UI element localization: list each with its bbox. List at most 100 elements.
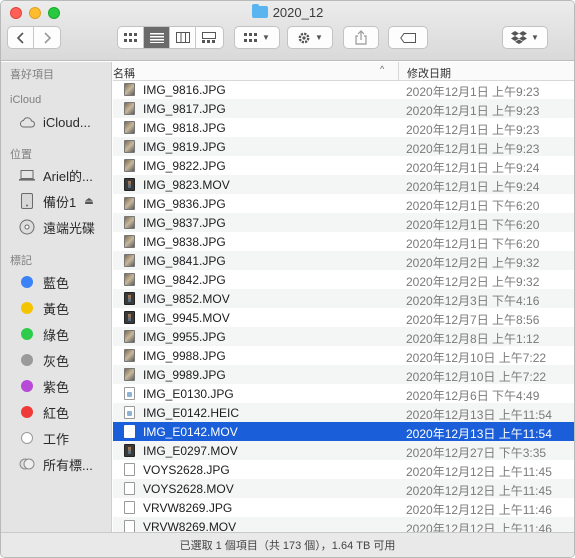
file-row[interactable]: IMG_9841.JPG 2020年12月2日 上午9:32 xyxy=(113,251,574,270)
file-row[interactable]: IMG_9852.MOV 2020年12月3日 下午4:16 xyxy=(113,289,574,308)
back-button[interactable] xyxy=(8,27,34,48)
action-menu-button[interactable]: ▼ xyxy=(287,26,333,49)
edit-tags-button[interactable] xyxy=(388,26,428,49)
sidebar-item-label: iCloud... xyxy=(43,114,91,130)
column-view-button[interactable] xyxy=(170,27,196,48)
dropbox-icon xyxy=(511,31,528,44)
file-row[interactable]: IMG_9822.JPG 2020年12月1日 上午9:24 xyxy=(113,156,574,175)
sidebar-item-computer[interactable]: Ariel的... xyxy=(19,165,111,185)
file-name: IMG_9842.JPG xyxy=(143,273,226,287)
file-date: 2020年12月1日 上午9:24 xyxy=(406,180,540,194)
image-file-icon xyxy=(124,121,135,134)
file-name: IMG_E0142.HEIC xyxy=(143,406,240,420)
file-date: 2020年12月13日 上午11:54 xyxy=(406,427,552,441)
columns-icon xyxy=(175,32,190,43)
image-file-icon xyxy=(124,83,135,96)
file-row[interactable]: IMG_E0130.JPG 2020年12月6日 下午4:49 xyxy=(113,384,574,403)
date-column-header[interactable]: 修改日期 xyxy=(407,65,451,81)
sidebar-tag-yellow[interactable]: 黃色 xyxy=(19,298,111,318)
file-date: 2020年12月3日 下午4:16 xyxy=(406,294,540,308)
list-header: 名稱 ^ 修改日期 xyxy=(113,62,574,81)
file-name: IMG_9838.JPG xyxy=(143,235,226,249)
image-file-icon xyxy=(124,216,135,229)
sidebar-tag-purple[interactable]: 紫色 xyxy=(19,376,111,396)
file-row[interactable]: VOYS2628.MOV 2020年12月12日 上午11:45 xyxy=(113,479,574,498)
file-row[interactable]: IMG_E0297.MOV 2020年12月27日 下午3:35 xyxy=(113,441,574,460)
green-tag-icon xyxy=(21,328,33,340)
title-bar: 2020_12 ▼ ▼ ▼ xyxy=(1,1,574,61)
file-row[interactable]: IMG_9823.MOV 2020年12月1日 上午9:24 xyxy=(113,175,574,194)
file-date: 2020年12月1日 上午9:23 xyxy=(406,142,540,156)
sidebar-tag-blue[interactable]: 藍色 xyxy=(19,272,111,292)
file-row[interactable]: IMG_9817.JPG 2020年12月1日 上午9:23 xyxy=(113,99,574,118)
file-date: 2020年12月1日 下午6:20 xyxy=(406,199,540,213)
file-row[interactable]: IMG_E0142.MOV 2020年12月13日 上午11:54 xyxy=(113,422,574,441)
file-date: 2020年12月1日 上午9:23 xyxy=(406,104,540,118)
sidebar-item-remote-disc[interactable]: 遠端光碟 xyxy=(19,217,111,237)
file-name: IMG_9822.JPG xyxy=(143,159,226,173)
movie-file-icon xyxy=(124,311,135,324)
file-row[interactable]: IMG_9816.JPG 2020年12月1日 上午9:23 xyxy=(113,80,574,99)
file-name: IMG_9988.JPG xyxy=(143,349,226,363)
file-row[interactable]: IMG_9818.JPG 2020年12月1日 上午9:23 xyxy=(113,118,574,137)
sidebar-item-label: 工作 xyxy=(43,431,70,447)
file-date: 2020年12月6日 下午4:49 xyxy=(406,389,540,403)
sidebar-tag-gray[interactable]: 灰色 xyxy=(19,350,111,370)
forward-button[interactable] xyxy=(34,27,60,48)
file-row[interactable]: IMG_E0142.HEIC 2020年12月13日 上午11:54 xyxy=(113,403,574,422)
file-name: IMG_E0130.JPG xyxy=(143,387,234,401)
image-file-icon xyxy=(124,349,135,362)
file-date: 2020年12月1日 上午9:23 xyxy=(406,85,540,99)
file-name: VRVW8269.MOV xyxy=(143,520,237,532)
file-name: IMG_9989.JPG xyxy=(143,368,226,382)
gallery-view-button[interactable] xyxy=(196,27,222,48)
list-view-button[interactable] xyxy=(144,27,170,48)
tag-icon xyxy=(399,32,416,43)
eject-icon[interactable]: ⏏ xyxy=(84,196,93,207)
chevron-down-icon: ▼ xyxy=(531,33,539,42)
name-column-header[interactable]: 名稱 xyxy=(113,65,135,81)
file-date: 2020年12月8日 上午1:12 xyxy=(406,332,540,346)
yellow-tag-icon xyxy=(21,302,33,314)
file-row[interactable]: IMG_9955.JPG 2020年12月8日 上午1:12 xyxy=(113,327,574,346)
image-file-icon xyxy=(124,140,135,153)
sidebar-item-label: Ariel的... xyxy=(43,168,93,184)
sidebar-item-backup-drive[interactable]: 備份1 ⏏ xyxy=(19,191,111,211)
icon-view-button[interactable] xyxy=(118,27,144,48)
file-name: IMG_E0142.MOV xyxy=(143,425,238,439)
sidebar-item-icloud-drive[interactable]: iCloud... xyxy=(19,112,111,132)
blue-tag-icon xyxy=(21,276,33,288)
file-row[interactable]: VOYS2628.JPG 2020年12月12日 上午11:45 xyxy=(113,460,574,479)
file-row[interactable]: IMG_9988.JPG 2020年12月10日 上午7:22 xyxy=(113,346,574,365)
file-name: IMG_E0297.MOV xyxy=(143,444,238,458)
group-by-button[interactable]: ▼ xyxy=(234,26,280,49)
file-date: 2020年12月2日 上午9:32 xyxy=(406,256,540,270)
file-row[interactable]: IMG_9819.JPG 2020年12月1日 上午9:23 xyxy=(113,137,574,156)
file-date: 2020年12月1日 上午9:24 xyxy=(406,161,540,175)
share-button[interactable] xyxy=(343,26,379,49)
folder-icon xyxy=(251,4,268,18)
file-row[interactable]: IMG_9842.JPG 2020年12月2日 上午9:32 xyxy=(113,270,574,289)
file-row[interactable]: IMG_9836.JPG 2020年12月1日 下午6:20 xyxy=(113,194,574,213)
file-row[interactable]: IMG_9838.JPG 2020年12月1日 下午6:20 xyxy=(113,232,574,251)
sidebar-tag-green[interactable]: 綠色 xyxy=(19,324,111,344)
view-mode-control xyxy=(117,26,224,49)
dropbox-button[interactable]: ▼ xyxy=(502,26,548,49)
column-divider[interactable] xyxy=(398,62,399,81)
sidebar-all-tags[interactable]: 所有標... xyxy=(19,454,111,474)
file-row[interactable]: VRVW8269.JPG 2020年12月12日 上午11:46 xyxy=(113,498,574,517)
file-row[interactable]: IMG_9989.JPG 2020年12月10日 上午7:22 xyxy=(113,365,574,384)
finder-window: 2020_12 ▼ ▼ ▼ 喜好項目 iCloud iCloud... 位置 A… xyxy=(0,0,575,558)
file-row[interactable]: VRVW8269.MOV 2020年12月12日 上午11:46 xyxy=(113,517,574,532)
file-row[interactable]: IMG_9945.MOV 2020年12月7日 上午8:56 xyxy=(113,308,574,327)
sidebar-tag-red[interactable]: 紅色 xyxy=(19,402,111,422)
sidebar-tag-work[interactable]: 工作 xyxy=(19,428,111,448)
empty-tag-icon xyxy=(21,432,33,444)
document-file-icon xyxy=(124,501,135,514)
file-row[interactable]: IMG_9837.JPG 2020年12月1日 下午6:20 xyxy=(113,213,574,232)
sidebar-item-label: 備份1 xyxy=(43,194,77,210)
list-icon xyxy=(149,32,164,43)
red-tag-icon xyxy=(21,406,33,418)
document-file-icon xyxy=(124,482,135,495)
chevron-down-icon: ▼ xyxy=(315,33,323,42)
